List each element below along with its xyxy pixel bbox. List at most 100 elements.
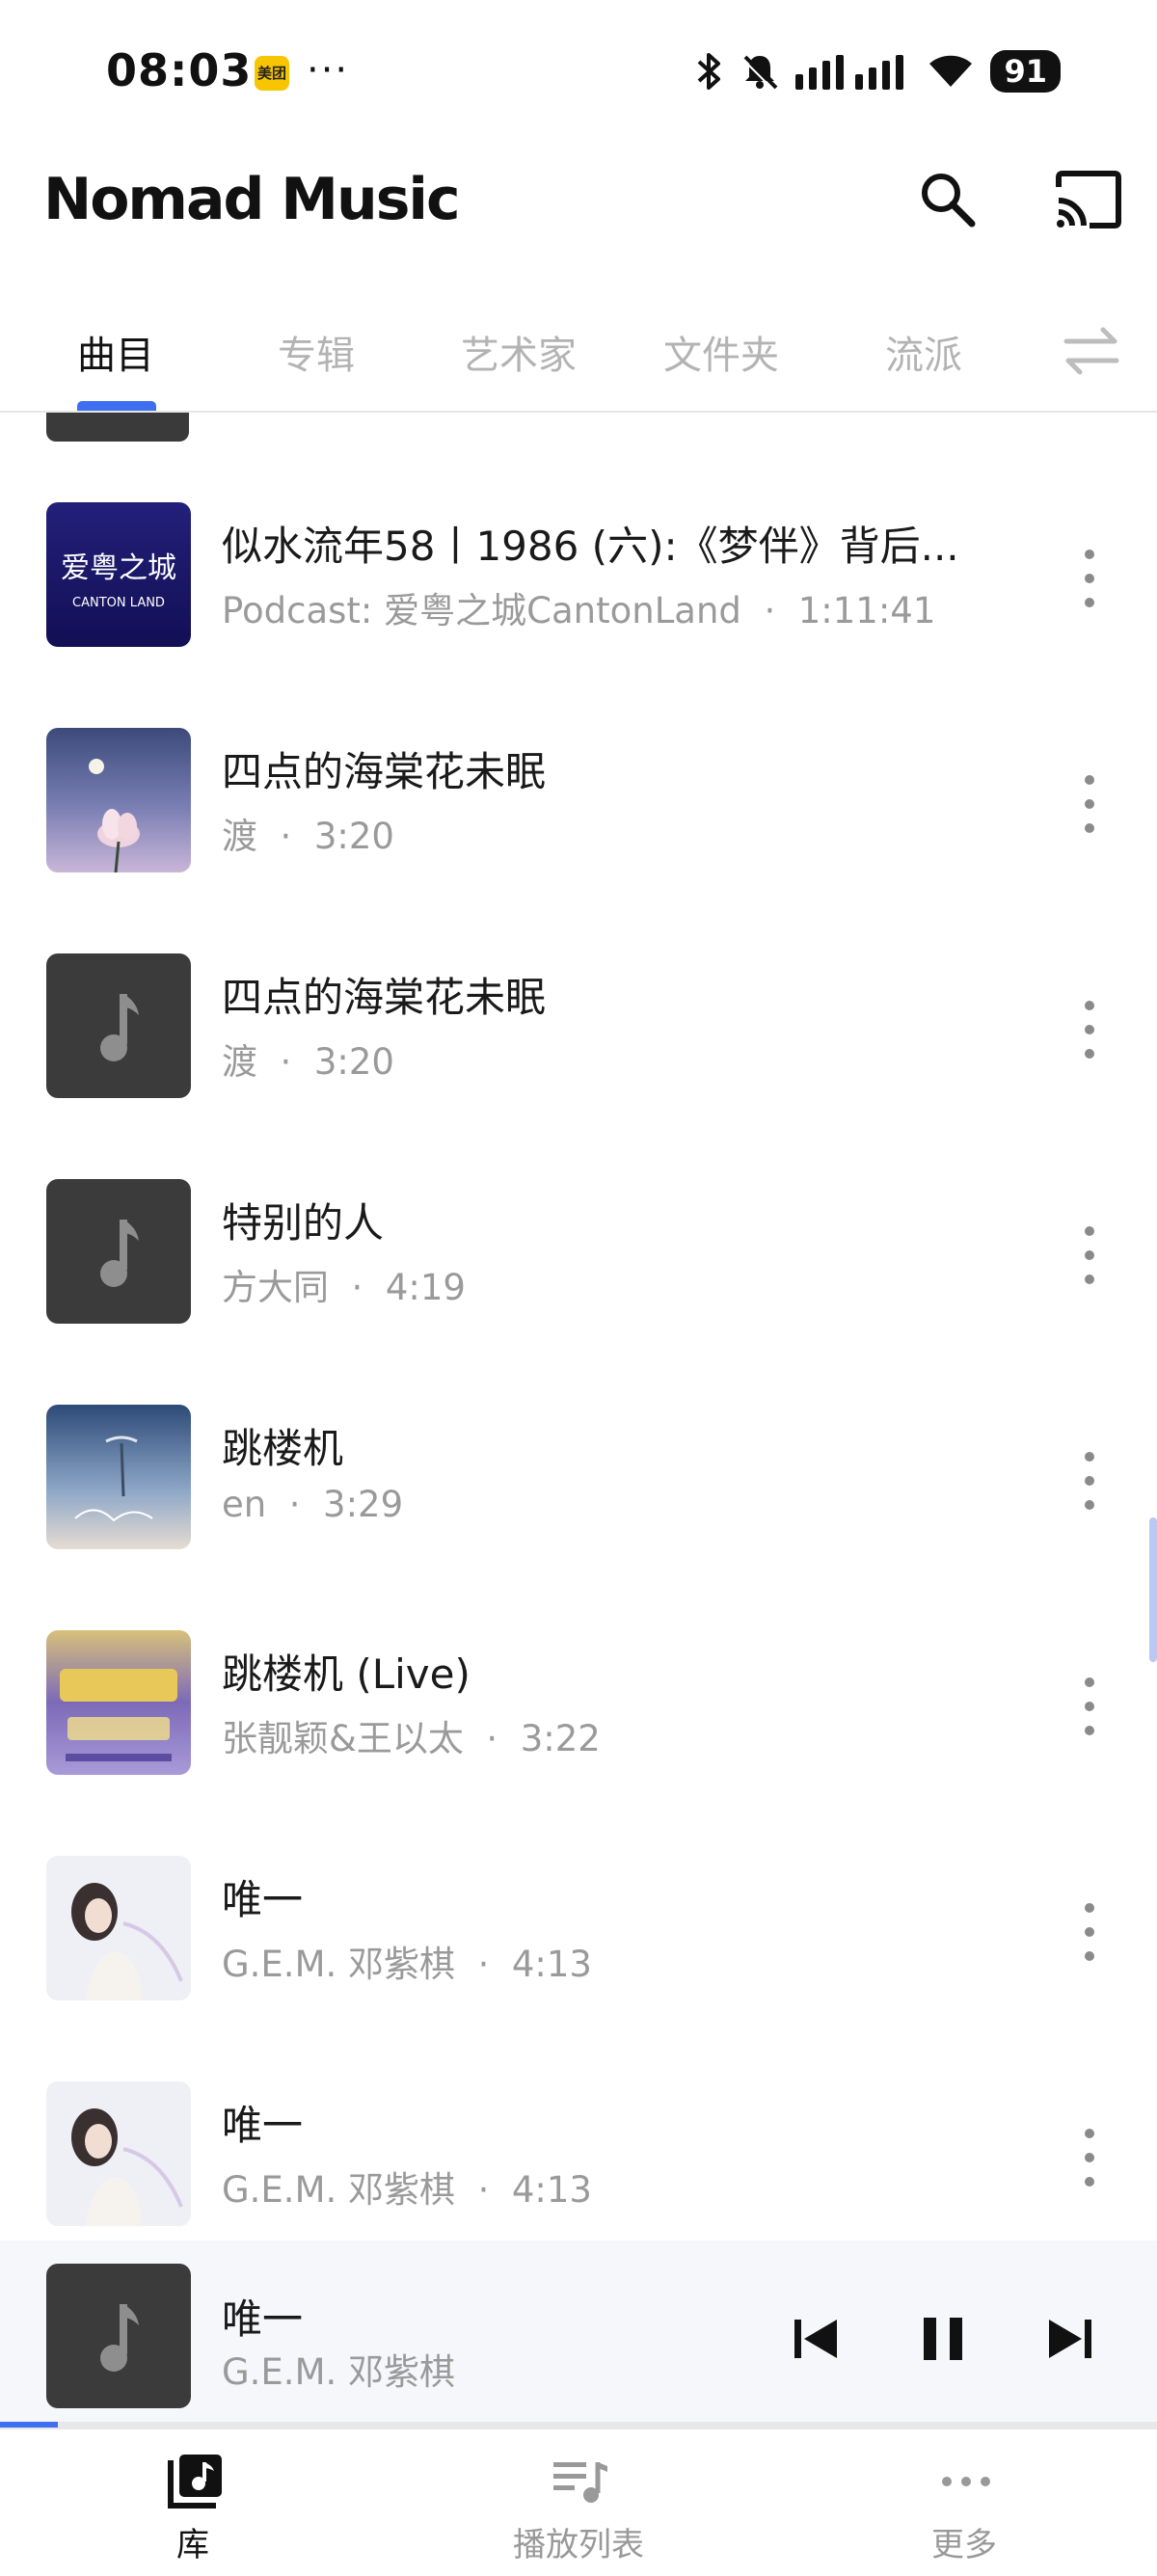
tab-genres[interactable]: 流派	[885, 324, 962, 380]
song-artist: 渡	[222, 1041, 257, 1083]
song-artist: en	[222, 1484, 267, 1525]
song-row[interactable]: 唯一 G.E.M. 邓紫棋 · 4:13	[0, 2081, 1157, 2241]
more-vert-icon[interactable]	[1070, 1673, 1109, 1740]
music-note-icon	[100, 994, 139, 1061]
song-meta: en · 3:29	[222, 1484, 403, 1525]
signal-icon	[795, 55, 904, 90]
more-vert-icon[interactable]	[1070, 770, 1109, 838]
nav-more[interactable]: 更多	[771, 2429, 1157, 2576]
song-title: 四点的海棠花未眠	[222, 748, 547, 795]
song-meta: 渡 · 3:20	[222, 807, 394, 859]
library-icon	[168, 2455, 222, 2509]
album-art-placeholder	[46, 1179, 191, 1324]
tab-indicator	[77, 401, 156, 411]
tab-folders[interactable]: 文件夹	[663, 324, 779, 380]
album-art-flower	[46, 728, 191, 872]
cast-icon[interactable]	[1051, 168, 1124, 231]
song-title: 跳楼机	[222, 1425, 344, 1472]
song-title: 四点的海棠花未眠	[222, 974, 547, 1021]
more-vert-icon[interactable]	[1070, 1898, 1109, 1966]
song-artist: 方大同	[222, 1267, 329, 1308]
song-title: 特别的人	[222, 1199, 385, 1247]
song-title: 似水流年58丨1986 (六):《梦伴》背后...	[222, 523, 959, 570]
status-time: 08:03	[106, 44, 253, 96]
song-duration: 1:11:41	[797, 590, 936, 631]
nav-playlists-label: 播放列表	[513, 2526, 644, 2564]
scrollbar-thumb[interactable]	[1149, 1517, 1157, 1662]
nav-playlists[interactable]: 播放列表	[386, 2429, 771, 2576]
album-art-show	[46, 1630, 191, 1775]
meta-separator: ·	[280, 816, 292, 857]
search-icon[interactable]	[916, 168, 980, 231]
song-meta: G.E.M. 邓紫棋 · 4:13	[222, 2160, 592, 2213]
now-playing-art	[46, 2264, 191, 2408]
song-meta: Podcast: 爱粤之城CantonLand · 1:11:41	[222, 581, 935, 633]
song-row[interactable]: 特别的人 方大同 · 4:19	[0, 1179, 1157, 1405]
album-art-sky	[46, 1405, 191, 1549]
song-row[interactable]: 四点的海棠花未眠 渡 · 3:20	[0, 953, 1157, 1179]
album-art-text: 爱粤之城	[61, 551, 176, 585]
meta-separator: ·	[351, 1267, 363, 1308]
tab-tracks[interactable]: 曲目	[77, 324, 154, 380]
more-vert-icon[interactable]	[1070, 545, 1109, 612]
song-meta: G.E.M. 邓紫棋 · 4:13	[222, 1935, 592, 1987]
song-meta: 张靓颖&王以太 · 3:22	[222, 1709, 601, 1761]
song-row[interactable]: 唯一 G.E.M. 邓紫棋 · 4:13	[0, 1856, 1157, 2081]
now-playing-artist: G.E.M. 邓紫棋	[222, 2351, 456, 2393]
more-vert-icon[interactable]	[1070, 1447, 1109, 1515]
song-duration: 3:22	[520, 1718, 601, 1759]
song-artist: G.E.M. 邓紫棋	[222, 1944, 456, 1985]
more-vert-icon[interactable]	[1070, 2124, 1109, 2191]
bluetooth-icon	[698, 53, 721, 90]
app-bar: Nomad Music	[0, 145, 1157, 260]
pause-icon[interactable]	[908, 2304, 978, 2374]
partial-album-art	[46, 413, 189, 442]
album-art-canton-land: 爱粤之城 CANTON LAND	[46, 502, 191, 647]
skip-next-icon[interactable]	[1036, 2304, 1105, 2374]
nav-more-label: 更多	[931, 2526, 997, 2564]
song-duration: 4:19	[385, 1267, 466, 1308]
more-vert-icon[interactable]	[1070, 1221, 1109, 1289]
nav-library-label: 库	[176, 2526, 209, 2564]
song-row[interactable]: 跳楼机 (Live) 张靓颖&王以太 · 3:22	[0, 1630, 1157, 1856]
song-row[interactable]: 跳楼机 en · 3:29	[0, 1405, 1157, 1630]
song-title: 跳楼机 (Live)	[222, 1650, 471, 1698]
song-meta: 渡 · 3:20	[222, 1033, 394, 1085]
tab-albums[interactable]: 专辑	[278, 324, 355, 380]
nav-library[interactable]: 库	[0, 2429, 386, 2576]
song-title: 唯一	[222, 1876, 304, 1923]
meta-separator: ·	[288, 1484, 301, 1525]
meta-separator: ·	[280, 1041, 292, 1083]
song-duration: 4:13	[511, 1944, 592, 1985]
song-title: 唯一	[222, 2102, 304, 2149]
skip-previous-icon[interactable]	[781, 2304, 850, 2374]
bell-muted-icon	[742, 55, 778, 91]
tab-artists[interactable]: 艺术家	[461, 324, 577, 380]
song-row[interactable]: 四点的海棠花未眠 渡 · 3:20	[0, 728, 1157, 953]
mini-player[interactable]: 唯一 G.E.M. 邓紫棋	[0, 2241, 1157, 2428]
meta-separator: ·	[486, 1718, 498, 1759]
album-art-subtext: CANTON LAND	[72, 596, 165, 610]
more-notifications-indicator: ···	[307, 48, 350, 93]
more-horizontal-icon	[942, 2477, 990, 2486]
song-artist: Podcast: 爱粤之城CantonLand	[222, 590, 741, 631]
meta-separator: ·	[477, 1944, 490, 1985]
album-art-gem	[46, 2081, 191, 2226]
song-row[interactable]: 爱粤之城 CANTON LAND 似水流年58丨1986 (六):《梦伴》背后.…	[0, 502, 1157, 728]
battery-icon: 91	[990, 50, 1061, 93]
sort-swap-icon[interactable]	[1061, 320, 1122, 382]
music-note-icon	[100, 2304, 139, 2372]
bottom-navigation: 库 播放列表 更多	[0, 2428, 1157, 2576]
now-playing-title: 唯一	[222, 2295, 304, 2343]
song-duration: 4:13	[511, 2169, 592, 2211]
song-artist: 张靓颖&王以太	[222, 1718, 464, 1759]
tab-bar: 曲目 专辑 艺术家 文件夹 流派	[0, 299, 1157, 413]
meituan-notification-icon: 美团	[255, 56, 289, 91]
meta-separator: ·	[477, 2169, 490, 2211]
more-vert-icon[interactable]	[1070, 996, 1109, 1063]
song-list[interactable]: 爱粤之城 CANTON LAND 似水流年58丨1986 (六):《梦伴》背后.…	[0, 413, 1157, 2241]
app-title: Nomad Music	[43, 166, 461, 233]
album-art-placeholder	[46, 953, 191, 1098]
music-note-icon	[100, 1220, 139, 1287]
song-duration: 3:29	[323, 1484, 404, 1525]
